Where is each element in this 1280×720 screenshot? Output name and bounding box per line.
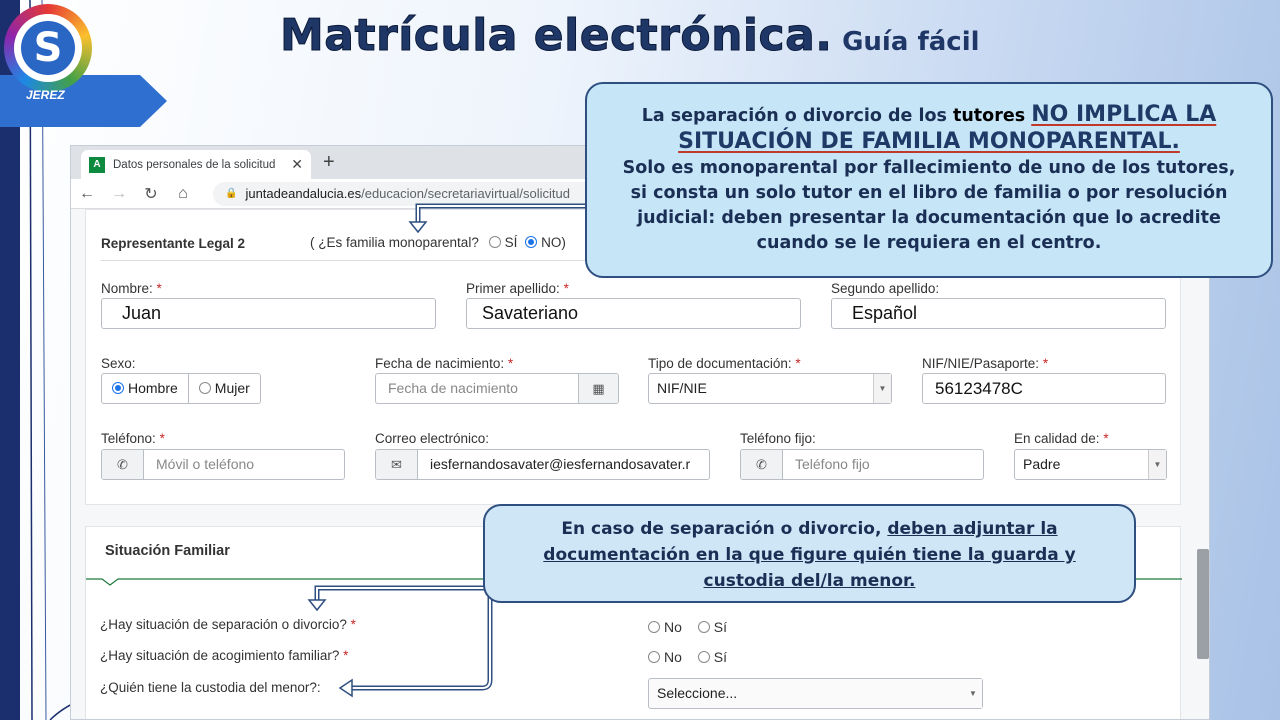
custodia-select[interactable]: Seleccione... ▼ [648,678,983,709]
lock-icon: 🔒 [225,188,238,199]
nif-label: NIF/NIE/Pasaporte: * [922,356,1049,371]
home-icon[interactable]: ⌂ [167,185,199,203]
separacion-radios: No Sí [648,619,727,635]
correo-value: iesfernandosavater@iesfernandosavater.r [430,456,691,472]
phone-icon: ✆ [102,450,144,479]
chevron-down-icon: ▼ [964,679,982,708]
correo-label: Correo electrónico: [375,431,490,446]
reload-icon[interactable]: ↻ [135,184,167,204]
monoparental-label: ( ¿Es familia monoparental? [310,235,479,250]
q-acogimiento: ¿Hay situación de acogimiento familiar? … [100,648,349,663]
representante-heading: Representante Legal 2 [101,236,246,251]
new-tab-icon[interactable]: + [323,151,335,174]
acogimiento-no-radio[interactable] [648,651,660,663]
sexo-group: Hombre Mujer [101,373,261,404]
correo-input[interactable]: ✉ iesfernandosavater@iesfernandosavater.… [375,449,710,480]
phone-icon: ✆ [741,450,783,479]
forward-icon[interactable]: → [103,185,135,203]
chevron-down-icon: ▼ [1148,450,1166,479]
separacion-no-radio[interactable] [648,621,660,633]
fecha-placeholder: Fecha de nacimiento [388,380,518,396]
junta-favicon-icon: A [89,156,105,173]
logo-letter: S [21,21,75,75]
sexo-hombre-option[interactable]: Hombre [102,374,188,403]
calidad-select[interactable]: Padre ▼ [1014,449,1167,480]
q-separacion: ¿Hay situación de separación o divorcio?… [100,617,356,632]
telefono-fijo-placeholder: Teléfono fijo [795,456,870,472]
callout-monoparental: La separación o divorcio de los tutores … [585,82,1273,278]
monoparental-si-radio[interactable] [488,236,501,248]
telefono-fijo-label: Teléfono fijo: [740,431,816,446]
nif-input[interactable]: 56123478C [922,373,1166,404]
separacion-si-radio[interactable] [697,621,710,633]
monoparental-no-label: NO) [541,235,566,250]
title-main: Matrícula electrónica. [280,10,833,62]
hombre-radio[interactable] [112,382,124,394]
telefono-label: Teléfono: * [101,431,165,446]
situacion-heading: Situación Familiar [105,543,230,559]
q-custodia: ¿Quién tiene la custodia del menor?: [100,680,321,695]
sexo-mujer-option[interactable]: Mujer [187,374,260,403]
primer-apellido-label: Primer apellido: * [466,281,569,296]
tipo-doc-select[interactable]: NIF/NIE ▼ [648,373,892,404]
sexo-label: Sexo: [101,356,136,371]
telefono-fijo-input[interactable]: ✆ Teléfono fijo [740,449,984,480]
tipo-doc-label: Tipo de documentación: * [648,356,801,371]
primer-apellido-input[interactable]: Savateriano [466,298,801,329]
envelope-icon: ✉ [376,450,418,479]
school-logo: S [4,4,92,92]
back-icon[interactable]: ← [71,185,103,203]
browser-tab[interactable]: A Datos personales de la solicitud ✕ [81,150,311,179]
title-sub: Guía fácil [842,27,980,57]
acogimiento-radios: No Sí [648,649,727,665]
url-path: /educacion/secretariavirtual/solicitud [361,186,570,201]
tipo-doc-value: NIF/NIE [657,380,707,396]
calendar-icon[interactable]: ▦ [578,374,618,403]
calidad-value: Padre [1023,456,1061,472]
url-host: juntadeandalucia.es [245,186,362,201]
close-tab-icon[interactable]: ✕ [291,156,303,173]
segundo-apellido-label: Segundo apellido: [831,281,940,296]
callout-separacion: En caso de separación o divorcio, deben … [483,504,1136,603]
nombre-input[interactable]: Juan [101,298,436,329]
telefono-placeholder: Móvil o teléfono [156,456,255,472]
acogimiento-si-radio[interactable] [697,651,710,663]
tab-title: Datos personales de la solicitud [113,158,276,171]
mujer-radio[interactable] [198,382,211,394]
segundo-apellido-input[interactable]: Español [831,298,1166,329]
monoparental-si-label: SÍ [504,235,518,250]
chevron-down-icon: ▼ [873,374,891,403]
custodia-value: Seleccione... [657,685,738,701]
nombre-label: Nombre: * [101,281,162,296]
form-page: Representante Legal 2 ( ¿Es familia mono… [71,209,1209,719]
logo-text: JEREZ [26,88,65,102]
calidad-label: En calidad de: * [1014,431,1109,446]
slide-title: Matrícula electrónica. Guía fácil [280,10,980,62]
fecha-label: Fecha de nacimiento: * [375,356,514,371]
scrollbar-thumb[interactable] [1197,549,1209,659]
monoparental-no-radio[interactable] [525,236,538,248]
telefono-input[interactable]: ✆ Móvil o teléfono [101,449,345,480]
monoparental-question: ( ¿Es familia monoparental? SÍ NO) [310,235,566,250]
fecha-input[interactable]: Fecha de nacimiento ▦ [375,373,619,404]
